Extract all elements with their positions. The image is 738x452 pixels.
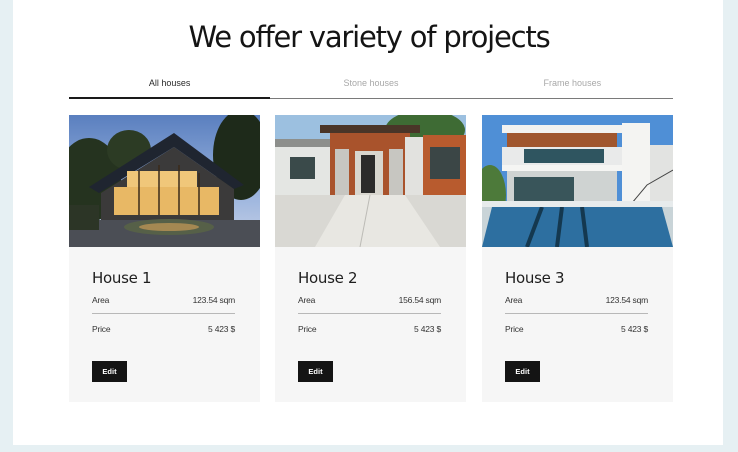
edit-button[interactable]: Edit [298,361,333,382]
house-card-3: House 3 Area 123.54 sqm Price 5 423 $ Ed… [482,115,673,402]
price-row: Price 5 423 $ [92,314,235,334]
area-row: Area 123.54 sqm [92,295,235,314]
area-value: 123.54 sqm [192,295,236,305]
area-value: 156.54 sqm [398,295,442,305]
tab-stone-houses[interactable]: Stone houses [270,74,471,98]
price-label: Price [505,324,524,334]
area-row: Area 156.54 sqm [298,295,441,314]
card-title: House 3 [505,269,565,287]
price-value: 5 423 $ [208,324,235,334]
card-title: House 1 [92,269,152,287]
edit-button[interactable]: Edit [505,361,540,382]
area-value: 123.54 sqm [605,295,649,305]
price-label: Price [298,324,317,334]
price-label: Price [92,324,111,334]
card-title: House 2 [298,269,358,287]
section-title: We offer variety of projects [188,20,550,54]
area-label: Area [505,295,523,305]
price-row: Price 5 423 $ [298,314,441,334]
house-card-2: House 2 Area 156.54 sqm Price 5 423 $ Ed… [275,115,466,402]
edit-button[interactable]: Edit [92,361,127,382]
area-row: Area 123.54 sqm [505,295,648,314]
house-1-photo [69,115,260,247]
price-value: 5 423 $ [621,324,648,334]
house-2-photo [275,115,466,247]
tab-all-houses[interactable]: All houses [69,74,271,99]
area-label: Area [92,295,110,305]
area-label: Area [298,295,316,305]
category-tabs: All houses Stone houses Frame houses [69,74,673,99]
house-card-1: House 1 Area 123.54 sqm Price 5 423 $ Ed… [69,115,260,402]
price-row: Price 5 423 $ [505,314,648,334]
price-value: 5 423 $ [414,324,441,334]
house-3-photo [482,115,673,247]
tab-frame-houses[interactable]: Frame houses [472,74,673,98]
